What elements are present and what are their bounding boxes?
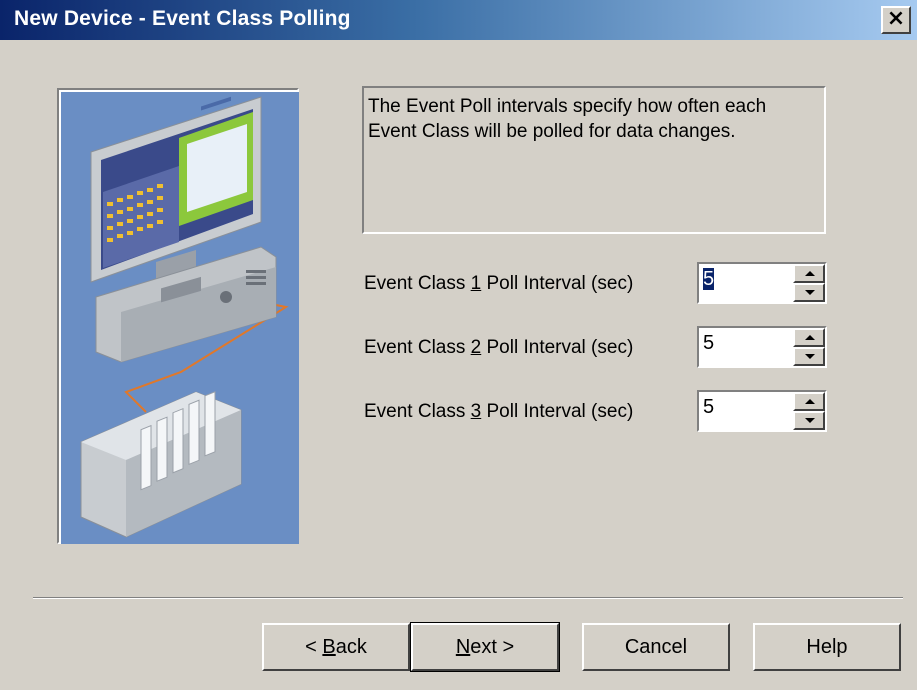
spin-up-button[interactable] [793,392,825,411]
label-accelerator: 1 [470,273,482,294]
label-text: Poll Interval (sec) [481,273,634,294]
arrow-down-icon [805,354,815,359]
event-class-2-label: Event Class 2 Poll Interval (sec) [364,336,633,360]
back-label: ack [335,636,367,658]
event-class-1-input[interactable]: 5 [699,264,789,302]
spin-down-button[interactable] [793,411,825,430]
next-accelerator: N [455,636,471,658]
arrow-up-icon [805,271,815,276]
event-class-1-spinner[interactable]: 5 [697,262,827,304]
arrow-up-icon [805,399,815,404]
window-title: New Device - Event Class Polling [14,7,351,30]
help-label: Help [806,636,848,658]
next-label: ext > [470,636,515,658]
label-text: Event Class [364,401,471,422]
spin-up-button[interactable] [793,328,825,347]
label-text: Event Class [364,273,471,294]
label-accelerator: 2 [470,337,482,358]
next-button[interactable]: Next > [410,622,560,672]
back-button[interactable]: < Back [262,623,410,671]
back-accelerator: B [322,636,336,658]
selected-value: 5 [703,268,715,290]
description-box: The Event Poll intervals specify how oft… [362,86,826,234]
computer-and-plc-illustration-icon [61,92,299,544]
arrow-down-icon [805,418,815,423]
label-text: Event Class [364,337,471,358]
event-class-3-input[interactable]: 5 [699,392,789,430]
spin-down-button[interactable] [793,347,825,366]
arrow-down-icon [805,290,815,295]
event-class-2-input[interactable]: 5 [699,328,789,366]
separator [33,597,903,599]
event-class-2-spinner[interactable]: 5 [697,326,827,368]
event-class-1-label: Event Class 1 Poll Interval (sec) [364,272,633,296]
cancel-label: Cancel [624,636,688,658]
help-button[interactable]: Help [753,623,901,671]
event-class-3-spinner[interactable]: 5 [697,390,827,432]
event-class-3-label: Event Class 3 Poll Interval (sec) [364,400,633,424]
close-button[interactable]: × [881,6,911,34]
cancel-button[interactable]: Cancel [582,623,730,671]
label-text: Poll Interval (sec) [481,401,634,422]
wizard-illustration [57,88,299,544]
description-text: The Event Poll intervals specify how oft… [368,96,767,142]
title-bar: New Device - Event Class Polling × [0,0,917,40]
back-arrow: < [305,636,323,658]
spin-up-button[interactable] [793,264,825,283]
spin-down-button[interactable] [793,283,825,302]
close-icon: × [886,6,906,31]
label-text: Poll Interval (sec) [481,337,634,358]
arrow-up-icon [805,335,815,340]
label-accelerator: 3 [470,401,482,422]
